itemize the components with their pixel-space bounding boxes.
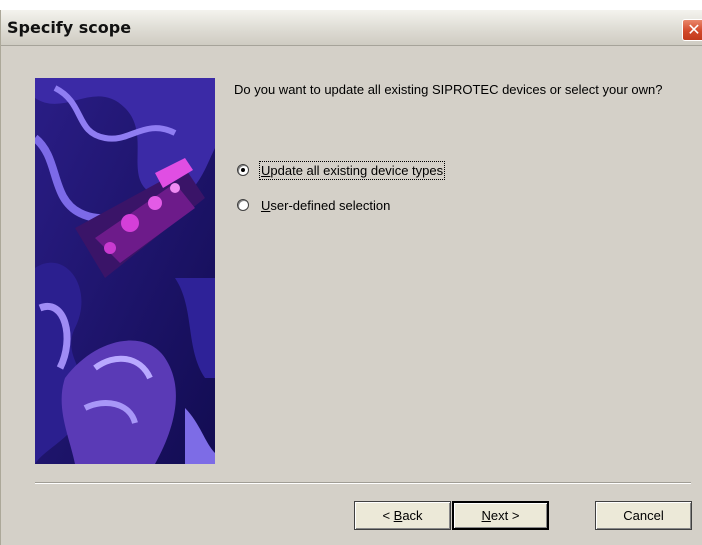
mnemonic: U [261,197,271,213]
back-prefix: < [382,508,394,523]
next-mnemonic: N [481,508,491,523]
next-button[interactable]: Next > [452,501,549,530]
scope-question: Do you want to update all existing SIPRO… [234,82,663,97]
option-user-defined-label[interactable]: User-defined selection [261,198,390,213]
option-user-defined[interactable]: User-defined selection [237,196,390,214]
wizard-window: Specify scope ✕ Do you want to update al… [0,10,702,545]
wizard-banner-image [35,78,215,464]
window-title: Specify scope [7,18,132,37]
footer-separator [35,482,691,484]
back-button[interactable]: < Back [354,501,451,530]
radio-user-defined[interactable] [237,199,249,211]
option-update-all[interactable]: Update all existing device types [237,160,446,180]
option-update-all-label[interactable]: Update all existing device types [258,160,446,180]
next-rest: ext > [490,508,520,523]
mnemonic: U [261,162,271,178]
title-bar[interactable]: Specify scope ✕ [1,10,702,46]
back-rest: ack [402,508,423,523]
close-icon[interactable]: ✕ [682,19,702,41]
radio-update-all[interactable] [237,164,249,176]
cancel-button[interactable]: Cancel [595,501,692,530]
option-text: pdate all existing device types [270,162,444,178]
option-text: ser-defined selection [270,197,391,213]
